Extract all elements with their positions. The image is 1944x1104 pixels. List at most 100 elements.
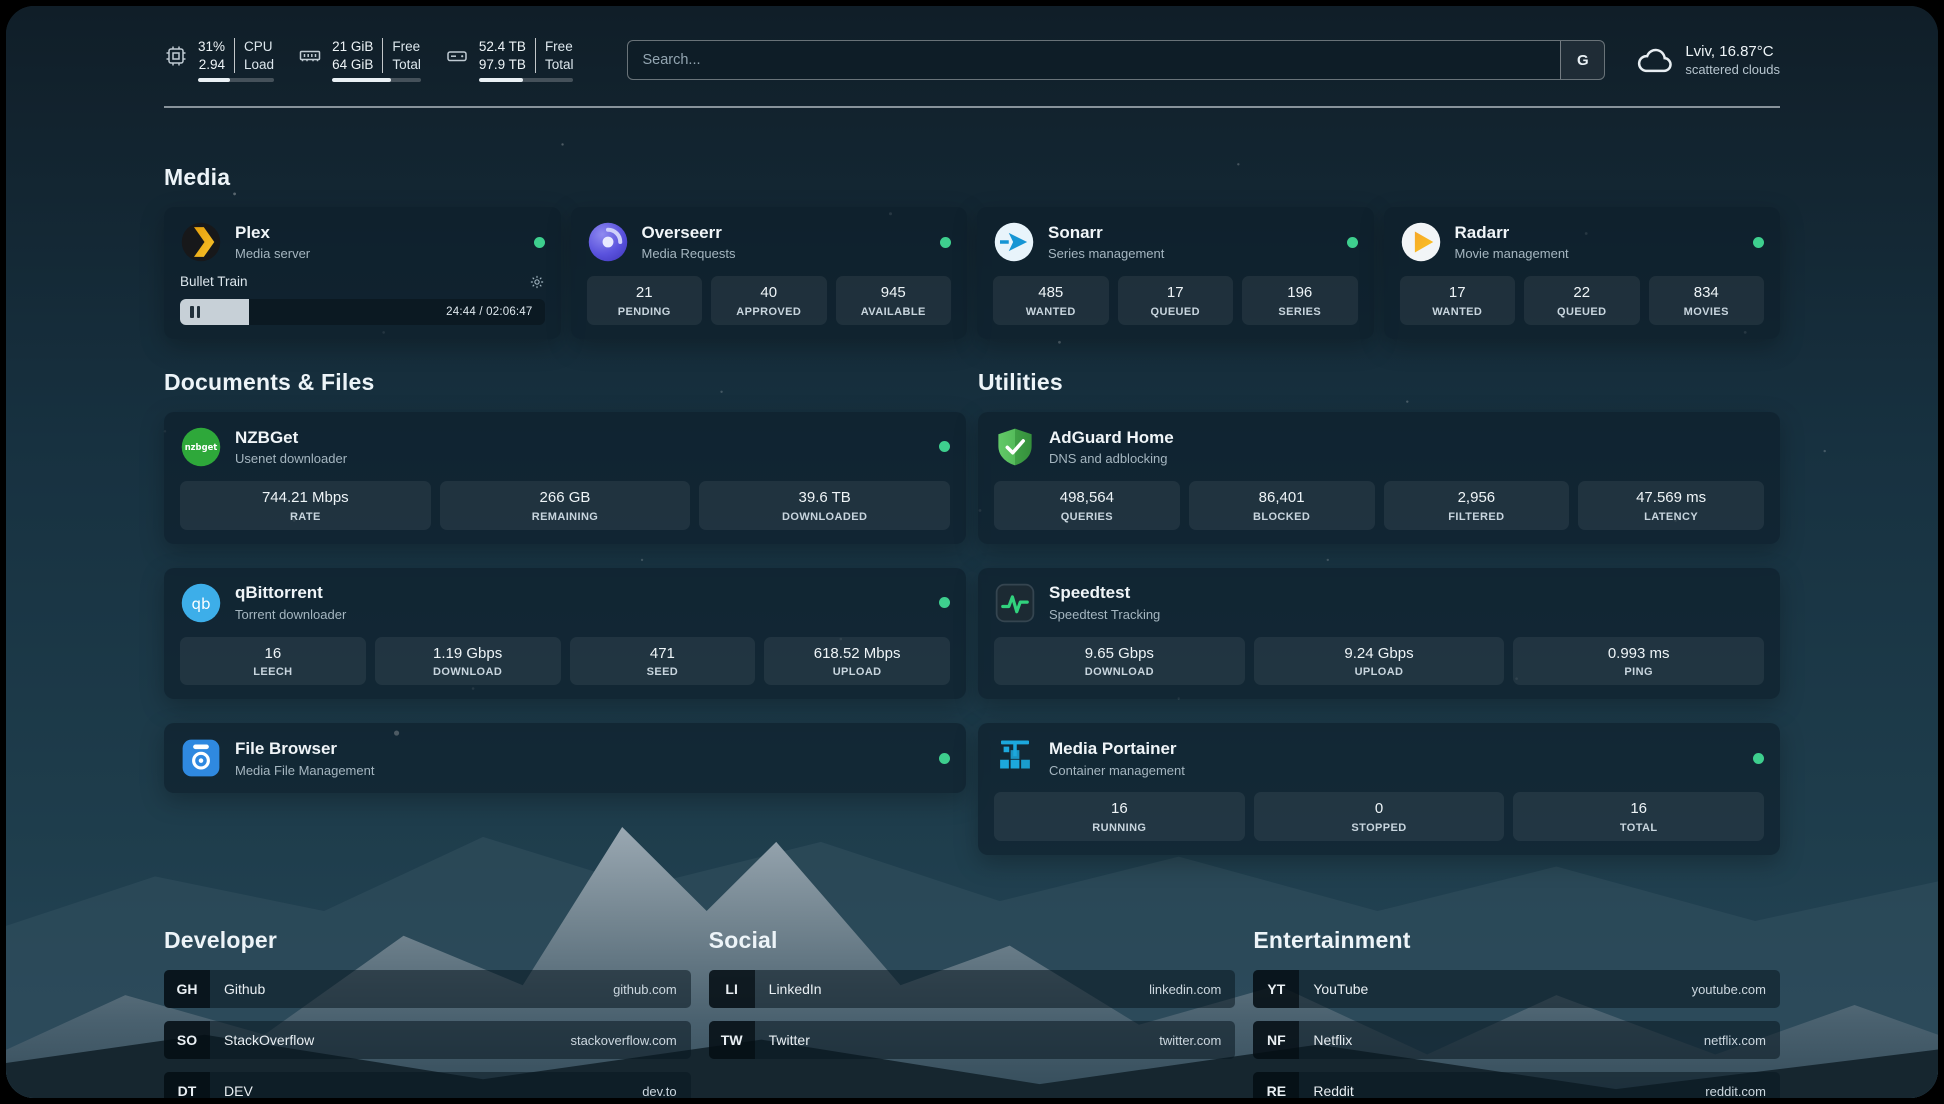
stat-value: 22	[1528, 284, 1636, 303]
stat-label: DOWNLOADED	[703, 511, 946, 523]
stat-value: 744.21 Mbps	[184, 489, 427, 508]
stat-value: 40	[715, 284, 823, 303]
stat-value: 2,956	[1388, 489, 1566, 508]
bookmark-github[interactable]: GH Github github.com	[164, 970, 691, 1008]
app-desc: Media Requests	[642, 246, 736, 261]
stat-filtered: 2,956 FILTERED	[1384, 481, 1570, 530]
bookmark-url: netflix.com	[1704, 1033, 1766, 1048]
app-name: qBittorrent	[235, 583, 346, 603]
stat-value: 39.6 TB	[703, 489, 946, 508]
pause-icon[interactable]	[190, 306, 200, 318]
stat-wanted: 485 WANTED	[993, 276, 1109, 325]
stat-total: 16 TOTAL	[1513, 792, 1764, 841]
stat-label: RATE	[184, 511, 427, 523]
linkedin-icon: LI	[709, 970, 755, 1008]
bookmark-stackoverflow[interactable]: SO StackOverflow stackoverflow.com	[164, 1021, 691, 1059]
youtube-icon: YT	[1253, 970, 1299, 1008]
bookmark-url: github.com	[613, 982, 677, 997]
stat-label: UPLOAD	[1258, 666, 1501, 678]
speedtest-card[interactable]: Speedtest Speedtest Tracking 9.65 Gbps D…	[978, 568, 1780, 700]
stat-value: 86,401	[1193, 489, 1371, 508]
stat-value: 21	[591, 284, 699, 303]
github-icon: GH	[164, 970, 210, 1008]
stat-label: SEED	[574, 666, 752, 678]
cpu-widget: 31% 2.94 CPU Load	[164, 38, 274, 82]
stat-label: LATENCY	[1582, 511, 1760, 523]
stat-queued: 22 QUEUED	[1524, 276, 1640, 325]
stat-approved: 40 APPROVED	[711, 276, 827, 325]
bookmark-name: Reddit	[1313, 1083, 1353, 1098]
memory-label-bottom: Total	[392, 56, 421, 74]
bookmark-name: YouTube	[1313, 981, 1368, 997]
bookmark-netflix[interactable]: NF Netflix netflix.com	[1253, 1021, 1780, 1059]
memory-usage-fill	[332, 78, 391, 82]
sonarr-icon	[993, 221, 1035, 263]
status-dot	[939, 753, 950, 764]
search-engine-button[interactable]: G	[1560, 41, 1604, 79]
stat-download: 1.19 Gbps DOWNLOAD	[375, 637, 561, 686]
cpu-label-top: CPU	[244, 38, 274, 56]
bookmark-twitter[interactable]: TW Twitter twitter.com	[709, 1021, 1236, 1059]
bookmark-reddit[interactable]: RE Reddit reddit.com	[1253, 1072, 1780, 1098]
stat-ping: 0.993 ms PING	[1513, 637, 1764, 686]
sonarr-card[interactable]: Sonarr Series management 485 WANTED 17 Q…	[977, 207, 1374, 339]
search-input[interactable]	[628, 41, 1560, 79]
storage-usage-fill	[479, 78, 523, 82]
bookmark-url: stackoverflow.com	[570, 1033, 676, 1048]
stat-label: QUEUED	[1122, 306, 1230, 318]
stat-series: 196 SERIES	[1242, 276, 1358, 325]
portainer-card[interactable]: Media Portainer Container management 16 …	[978, 723, 1780, 855]
nzbget-icon: nzbget	[180, 426, 222, 468]
stat-value: 485	[997, 284, 1105, 303]
developer-column: Developer GH Github github.com SO StackO…	[164, 927, 691, 1098]
stat-value: 16	[1517, 800, 1760, 819]
app-desc: Container management	[1049, 763, 1185, 778]
plex-card[interactable]: Plex Media server Bullet Train	[164, 207, 561, 339]
overseerr-card[interactable]: Overseerr Media Requests 21 PENDING 40 A…	[571, 207, 968, 339]
filebrowser-card[interactable]: File Browser Media File Management	[164, 723, 966, 793]
gear-icon[interactable]	[529, 274, 545, 290]
app-name: Sonarr	[1048, 223, 1164, 243]
stat-value: 834	[1653, 284, 1761, 303]
nzbget-card[interactable]: nzbget NZBGet Usenet downloader 744.21 M…	[164, 412, 966, 544]
stat-value: 9.65 Gbps	[998, 645, 1241, 664]
app-desc: Speedtest Tracking	[1049, 607, 1160, 622]
bookmark-dev[interactable]: DT DEV dev.to	[164, 1072, 691, 1098]
media-section-title: Media	[164, 164, 1780, 191]
stat-value: 0.993 ms	[1517, 645, 1760, 664]
bookmark-name: Github	[224, 981, 265, 997]
bookmark-youtube[interactable]: YT YouTube youtube.com	[1253, 970, 1780, 1008]
app-desc: Media server	[235, 246, 310, 261]
bookmark-url: linkedin.com	[1149, 982, 1221, 997]
stat-label: UPLOAD	[768, 666, 946, 678]
qbittorrent-card[interactable]: qb qBittorrent Torrent downloader 16 LEE…	[164, 568, 966, 700]
stat-upload: 9.24 Gbps UPLOAD	[1254, 637, 1505, 686]
stat-label: DOWNLOAD	[379, 666, 557, 678]
playback-progress-bar[interactable]: 24:44 / 02:06:47	[180, 299, 545, 325]
adguard-card[interactable]: AdGuard Home DNS and adblocking 498,564 …	[978, 412, 1780, 544]
stat-label: PING	[1517, 666, 1760, 678]
stackoverflow-icon: SO	[164, 1021, 210, 1059]
filebrowser-icon	[180, 737, 222, 779]
bookmark-linkedin[interactable]: LI LinkedIn linkedin.com	[709, 970, 1236, 1008]
dashboard-window: 31% 2.94 CPU Load	[6, 6, 1938, 1098]
memory-label-top: Free	[392, 38, 421, 56]
app-desc: Movie management	[1455, 246, 1569, 261]
status-dot	[1753, 753, 1764, 764]
stat-value: 1.19 Gbps	[379, 645, 557, 664]
app-desc: Torrent downloader	[235, 607, 346, 622]
disk-icon	[445, 44, 469, 68]
app-desc: Media File Management	[235, 763, 374, 778]
storage-label-bottom: Total	[545, 56, 574, 74]
dev-icon: DT	[164, 1072, 210, 1098]
stat-value: 17	[1122, 284, 1230, 303]
radarr-card[interactable]: Radarr Movie management 17 WANTED 22 QUE…	[1384, 207, 1781, 339]
stat-pending: 21 PENDING	[587, 276, 703, 325]
bookmark-name: Twitter	[769, 1032, 810, 1048]
search-bar: G	[627, 40, 1605, 80]
stat-label: LEECH	[184, 666, 362, 678]
app-desc: Series management	[1048, 246, 1164, 261]
stat-upload: 618.52 Mbps UPLOAD	[764, 637, 950, 686]
cloud-icon	[1635, 40, 1675, 80]
stat-label: MOVIES	[1653, 306, 1761, 318]
